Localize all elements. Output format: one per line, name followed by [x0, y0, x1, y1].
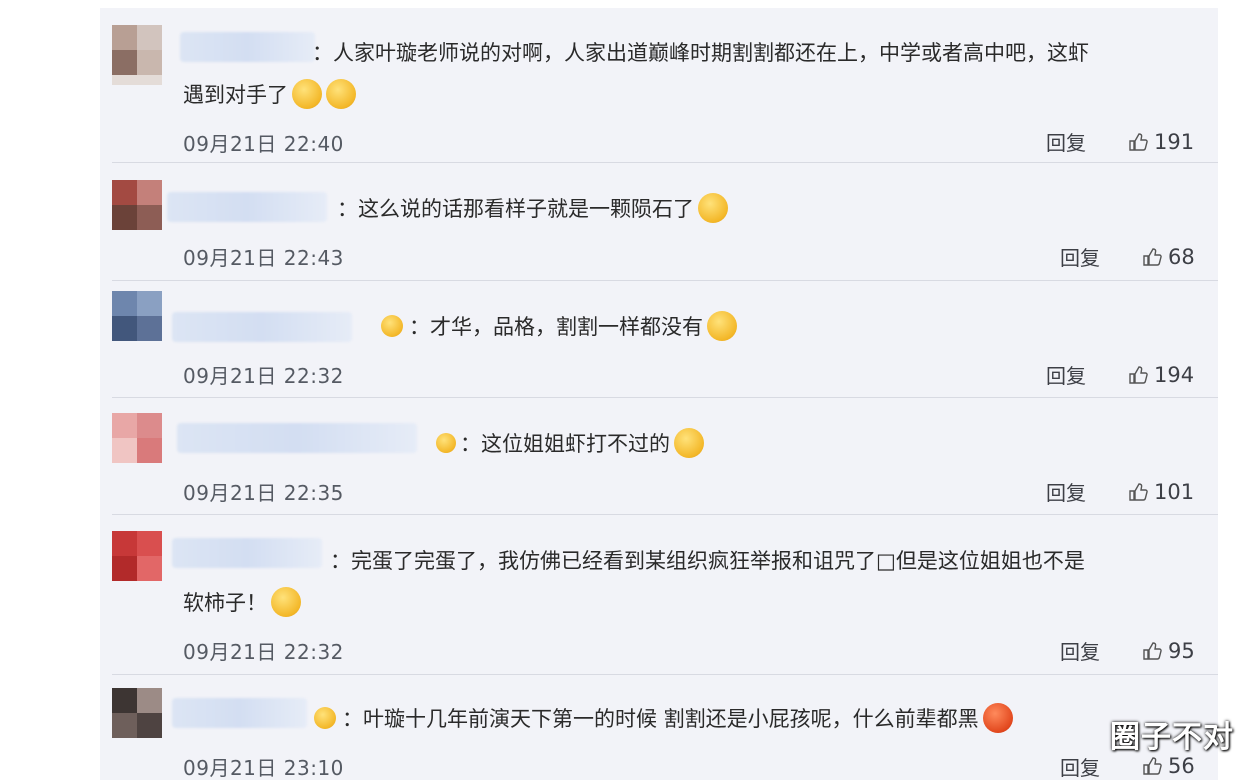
comment-line: 遇到对手了: [183, 83, 288, 107]
laughing-emoji-icon: [326, 79, 356, 109]
avatar[interactable]: [112, 405, 162, 475]
shocked-emoji-icon: [271, 587, 301, 617]
username-blurred[interactable]: [167, 192, 327, 222]
like-count: 191: [1154, 130, 1195, 154]
avatar[interactable]: [112, 526, 162, 596]
like-count: 68: [1168, 245, 1195, 269]
reply-button[interactable]: 回复: [1060, 242, 1100, 271]
comment-line: ：这位姐姐虾打不过的: [460, 432, 670, 456]
thumb-up-icon: [1143, 642, 1162, 660]
divider: [112, 397, 1218, 398]
like-button[interactable]: 194: [1128, 363, 1194, 387]
comment-line: ：才华，品格，割割一样都没有: [409, 315, 703, 339]
face-emoji-icon: [381, 315, 403, 337]
thumb-up-icon: [1143, 248, 1162, 266]
avatar[interactable]: [112, 286, 162, 356]
comment-text: ：叶璇十几年前演天下第一的时候 割割还是小屁孩呢，什么前辈都黑: [310, 698, 1013, 740]
like-button[interactable]: 191: [1128, 130, 1194, 154]
comment-line: ：这么说的话那看样子就是一颗陨石了: [337, 197, 694, 221]
timestamp: 09月21日 22:32: [183, 640, 344, 664]
reply-button[interactable]: 回复: [1046, 127, 1086, 156]
like-button[interactable]: 56: [1142, 754, 1195, 778]
comment-item: ：叶璇十几年前演天下第一的时候 割割还是小屁孩呢，什么前辈都黑 09月21日 2…: [112, 680, 1218, 780]
angry-emoji-icon: [982, 703, 1013, 733]
comment-list: ：人家叶璇老师说的对啊，人家出道巅峰时期割割都还在上，中学或者高中吧，这虾 遇到…: [100, 8, 1218, 780]
comment-text-cont: 遇到对手了: [183, 74, 356, 116]
face-emoji-icon: [314, 707, 336, 729]
comment-text: ：才华，品格，割割一样都没有: [377, 306, 737, 348]
username-blurred[interactable]: [172, 538, 322, 568]
reply-button[interactable]: 回复: [1060, 752, 1100, 780]
thumbs-up-emoji-icon: [707, 311, 737, 341]
username-blurred[interactable]: [177, 423, 417, 453]
comment-text-cont: 软柿子！: [183, 582, 301, 624]
comment-item: ：才华，品格，割割一样都没有 09月21日 22:32 回复 194: [112, 286, 1218, 404]
divider: [112, 280, 1218, 281]
comment-item: ：完蛋了完蛋了，我仿佛已经看到某组织疯狂举报和诅咒了□但是这位姐姐也不是 软柿子…: [112, 520, 1218, 680]
like-count: 101: [1154, 480, 1195, 504]
comment-item: ：人家叶璇老师说的对啊，人家出道巅峰时期割割都还在上，中学或者高中吧，这虾 遇到…: [112, 20, 1218, 168]
watermark: 圈子不对: [1110, 720, 1234, 755]
username-blurred[interactable]: [172, 312, 352, 342]
comment-text: ：人家叶璇老师说的对啊，人家出道巅峰时期割割都还在上，中学或者高中吧，这虾: [312, 32, 1089, 74]
comment-line: ：完蛋了完蛋了，我仿佛已经看到某组织疯狂举报和诅咒了□但是这位姐姐也不是: [330, 549, 1085, 573]
like-button[interactable]: 95: [1142, 639, 1195, 663]
timestamp: 09月21日 22:32: [183, 364, 344, 388]
comment-text: ：完蛋了完蛋了，我仿佛已经看到某组织疯狂举报和诅咒了□但是这位姐姐也不是: [330, 540, 1085, 582]
timestamp: 09月21日 22:35: [183, 481, 344, 505]
reply-button[interactable]: 回复: [1046, 360, 1086, 389]
laughing-emoji-icon: [292, 79, 322, 109]
reply-button[interactable]: 回复: [1060, 636, 1100, 665]
like-count: 56: [1168, 754, 1195, 778]
like-button[interactable]: 68: [1142, 245, 1195, 269]
divider: [112, 674, 1218, 675]
comment-text: ：这位姐姐虾打不过的: [432, 423, 704, 465]
thumb-up-icon: [1129, 133, 1148, 151]
timestamp: 09月21日 22:43: [183, 246, 344, 270]
like-count: 194: [1154, 363, 1195, 387]
username-blurred[interactable]: [172, 698, 307, 728]
avatar[interactable]: [112, 20, 162, 90]
divider: [112, 514, 1218, 515]
avatar[interactable]: [112, 170, 162, 240]
comment-item: ：这位姐姐虾打不过的 09月21日 22:35 回复 101: [112, 403, 1218, 521]
username-blurred[interactable]: [180, 32, 315, 62]
comment-line: ：人家叶璇老师说的对啊，人家出道巅峰时期割割都还在上，中学或者高中吧，这虾: [312, 41, 1089, 65]
thumb-up-icon: [1143, 757, 1162, 775]
like-count: 95: [1168, 639, 1195, 663]
divider: [112, 162, 1218, 163]
timestamp: 09月21日 22:40: [183, 132, 344, 156]
comment-item: ：这么说的话那看样子就是一颗陨石了 09月21日 22:43 回复 68: [112, 168, 1218, 286]
face-emoji-icon: [436, 433, 456, 453]
reply-button[interactable]: 回复: [1046, 477, 1086, 506]
thumb-up-icon: [1129, 483, 1148, 501]
comment-line: ：叶璇十几年前演天下第一的时候 割割还是小屁孩呢，什么前辈都黑: [342, 707, 979, 731]
comment-text: ：这么说的话那看样子就是一颗陨石了: [337, 188, 728, 230]
thumb-up-icon: [1129, 366, 1148, 384]
avatar[interactable]: [112, 684, 162, 754]
like-button[interactable]: 101: [1128, 480, 1194, 504]
sweat-emoji-icon: [698, 193, 728, 223]
timestamp: 09月21日 23:10: [183, 756, 344, 780]
crying-laugh-emoji-icon: [674, 428, 704, 458]
comment-line: 软柿子！: [183, 591, 267, 615]
